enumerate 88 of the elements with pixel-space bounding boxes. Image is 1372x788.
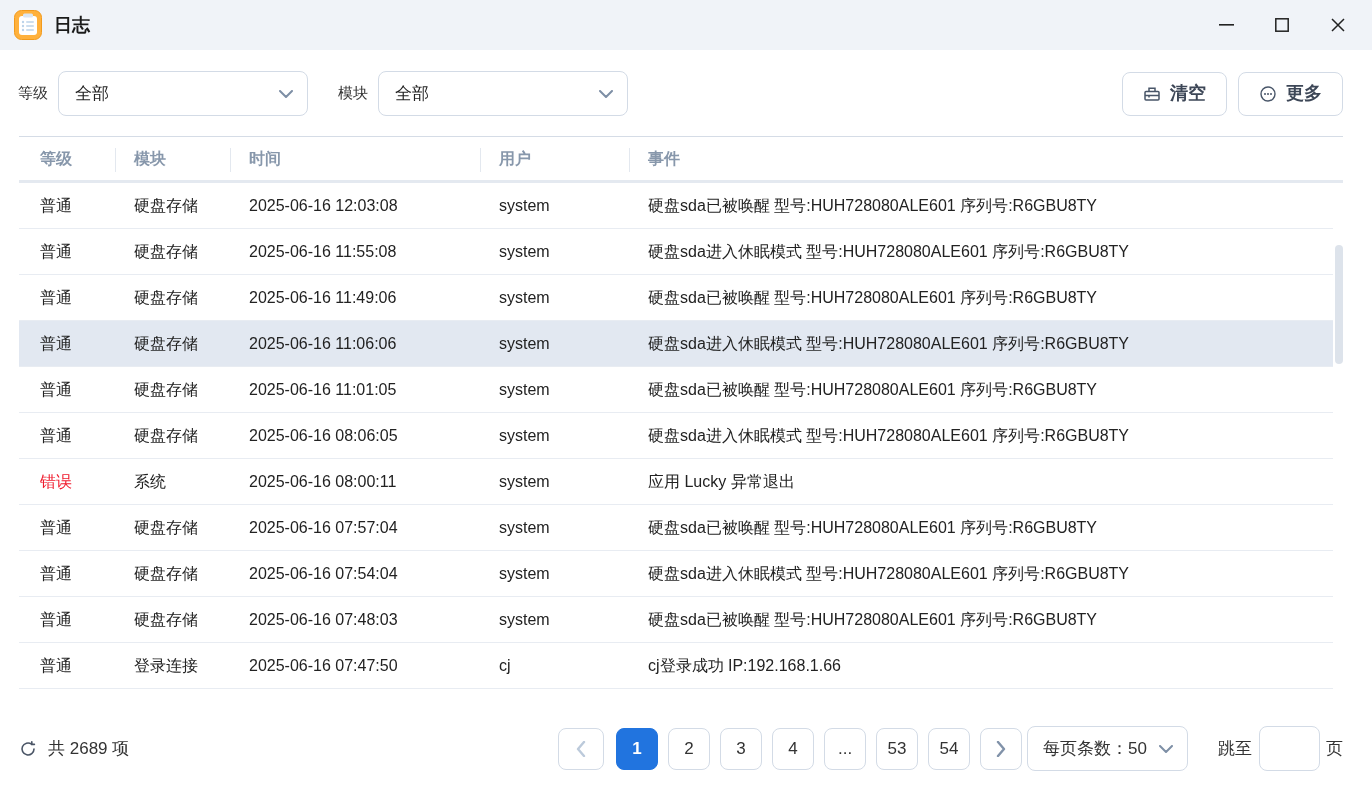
page-button[interactable]: 4 (772, 727, 815, 770)
scrollbar[interactable] (1335, 245, 1343, 364)
refresh-icon (20, 740, 36, 757)
table-cell-text: 2025-06-16 07:48:03 (249, 609, 398, 630)
table-cell-text: 硬盘sda已被唤醒 型号:HUH728080ALE601 序列号:R6GBU8TY (648, 195, 1098, 216)
table-cell-text: 硬盘存储 (134, 195, 198, 216)
filter-label: 模块 (338, 83, 368, 104)
table-cell-text: 硬盘sda进入休眠模式 型号:HUH728080ALE601 序列号:R6GBU8TY (648, 563, 1130, 584)
table-cell-text: 2025-06-16 07:47:50 (249, 655, 398, 676)
table-cell-text: 硬盘sda已被唤醒 型号:HUH728080ALE601 序列号:R6GBU8TY (648, 517, 1098, 538)
clipboard-list-icon (14, 10, 42, 40)
page-button[interactable]: 2 (668, 727, 711, 770)
table-cell-text: 普通 (40, 609, 72, 630)
table-cell-text: 硬盘sda进入休眠模式 型号:HUH728080ALE601 序列号:R6GBU8TY (648, 241, 1130, 262)
table-cell-text: 错误 (40, 471, 72, 492)
table-cell-text: 系统 (134, 471, 166, 492)
table-cell-text: 硬盘sda进入休眠模式 型号:HUH728080ALE601 序列号:R6GBU8TY (648, 425, 1130, 446)
jump-label: 跳至 (1218, 737, 1252, 760)
table-cell-text: 2025-06-16 08:06:05 (249, 425, 398, 446)
total-count: 共 2689 项 (48, 737, 130, 760)
page-button[interactable]: 54 (928, 727, 971, 770)
table-cell-text: system (499, 241, 550, 262)
table-cell-text: 2025-06-16 12:03:08 (249, 195, 398, 216)
table-cell-text: system (499, 471, 550, 492)
table-cell-text: 硬盘存储 (134, 517, 198, 538)
table-cell-text: cj (499, 655, 511, 676)
table-cell-text: 应用 Lucky 异常退出 (648, 471, 795, 492)
chevron-down-icon (599, 89, 613, 98)
table-cell-text: 登录连接 (134, 655, 198, 676)
table-cell-text: 2025-06-16 07:57:04 (249, 517, 398, 538)
page-button[interactable]: 3 (720, 727, 763, 770)
table-cell-text: system (499, 379, 550, 400)
table-cell-text: 2025-06-16 11:01:05 (249, 379, 397, 400)
filter-label: 等级 (18, 83, 48, 104)
table-cell-text: 硬盘存储 (134, 379, 198, 400)
table-row[interactable]: 普通 硬盘存储 2025-06-16 11:06:06 system 硬盘sda进入休眠模式 型号:HUH728080ALE601 序列号:R6GBU8TY (19, 321, 1333, 367)
table-cell-text: 普通 (40, 425, 72, 446)
table-cell-text: system (499, 609, 550, 630)
table-cell-text: system (499, 425, 550, 446)
table-cell-text: 2025-06-16 11:49:06 (249, 287, 397, 308)
page-unit-label: 页 (1326, 737, 1343, 760)
table-cell-text: 硬盘sda进入休眠模式 型号:HUH728080ALE601 序列号:R6GBU8TY (648, 333, 1130, 354)
table-cell-text: 硬盘存储 (134, 333, 198, 354)
table-cell-text: system (499, 287, 550, 308)
table-cell-text: 普通 (40, 563, 72, 584)
table-cell-text: 硬盘存储 (134, 241, 198, 262)
table-cell-text: cj登录成功 IP:192.168.1.66 (648, 655, 841, 676)
table-cell-text: 普通 (40, 517, 72, 538)
minimize-icon (1218, 24, 1234, 26)
table-cell-text: 硬盘sda已被唤醒 型号:HUH728080ALE601 序列号:R6GBU8TY (648, 379, 1098, 400)
table-cell-text: 硬盘sda已被唤醒 型号:HUH728080ALE601 序列号:R6GBU8TY (648, 609, 1098, 630)
table-cell-text: 硬盘存储 (134, 287, 198, 308)
table-cell-text: 普通 (40, 655, 72, 676)
maximize-icon (1275, 18, 1289, 32)
page-button[interactable]: ... (824, 727, 867, 770)
table-cell-text: 普通 (40, 241, 72, 262)
chevron-down-icon (279, 89, 293, 98)
table-cell-text: 硬盘存储 (134, 563, 198, 584)
page-button[interactable]: 1 (616, 727, 659, 770)
page-button[interactable]: 53 (876, 727, 919, 770)
table-cell-text: 普通 (40, 333, 72, 354)
next-page-button[interactable] (980, 727, 1023, 770)
more-icon (1260, 85, 1276, 102)
table-cell-text: 普通 (40, 287, 72, 308)
table-cell-text: system (499, 195, 550, 216)
table-cell-text: 2025-06-16 11:06:06 (249, 333, 397, 354)
table-cell-text: 2025-06-16 08:00:11 (249, 471, 397, 492)
table-cell-text: 硬盘存储 (134, 609, 198, 630)
close-icon (1331, 18, 1345, 32)
previous-page-button[interactable] (558, 727, 605, 770)
table-cell-text: 普通 (40, 195, 72, 216)
page-size-dropdown[interactable]: 每页条数：50 (1027, 726, 1188, 771)
table-cell-text: system (499, 517, 550, 538)
clear-button[interactable]: 清空 (1122, 71, 1227, 116)
more-button[interactable]: 更多 (1238, 71, 1343, 116)
table-cell-text: system (499, 333, 550, 354)
table-cell-text: 普通 (40, 379, 72, 400)
toolbox-icon (1144, 86, 1160, 101)
page-input[interactable] (1259, 726, 1320, 771)
filter-dropdown[interactable]: 全部 (378, 71, 628, 116)
table-cell-text: 硬盘sda已被唤醒 型号:HUH728080ALE601 序列号:R6GBU8TY (648, 287, 1098, 308)
window-title: 日志 (54, 13, 90, 37)
table-cell-text: 2025-06-16 11:55:08 (249, 241, 397, 262)
filter-dropdown[interactable]: 全部 (58, 71, 308, 116)
table-cell-text: system (499, 563, 550, 584)
chevron-down-icon (1159, 744, 1173, 753)
table-cell-text: 硬盘存储 (134, 425, 198, 446)
table-cell-text: 2025-06-16 07:54:04 (249, 563, 398, 584)
